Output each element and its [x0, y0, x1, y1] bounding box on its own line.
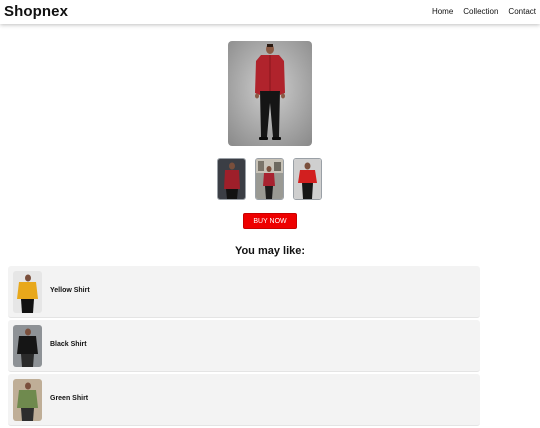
recommendation-item-black-shirt[interactable]: Black Shirt — [8, 320, 480, 372]
green-shirt-image — [13, 379, 42, 421]
recommendation-item-name: Yellow Shirt — [50, 287, 90, 294]
nav-contact-link[interactable]: Contact — [508, 7, 536, 17]
nav-home-link[interactable]: Home — [432, 7, 453, 17]
product-main-image — [228, 41, 312, 146]
nav-collection-link[interactable]: Collection — [463, 7, 498, 17]
you-may-like-heading: You may like: — [234, 245, 306, 257]
brand-logo[interactable]: Shopnex — [4, 3, 68, 20]
top-navbar: Shopnex Home Collection Contact — [0, 0, 540, 24]
product-thumbnail-2[interactable] — [255, 158, 284, 200]
recommendation-list: Yellow Shirt Black Shirt Green Shirt — [8, 266, 480, 428]
main-nav: Home Collection Contact — [422, 7, 536, 17]
black-shirt-image — [13, 325, 42, 367]
yellow-shirt-image — [13, 271, 42, 313]
buy-now-button[interactable]: BUY NOW — [243, 213, 297, 229]
product-thumbnail-3[interactable] — [293, 158, 322, 200]
product-thumbnail-1[interactable] — [217, 158, 246, 200]
recommendation-item-green-shirt[interactable]: Green Shirt — [8, 374, 480, 426]
recommendation-item-yellow-shirt[interactable]: Yellow Shirt — [8, 266, 480, 318]
recommendation-item-name: Green Shirt — [50, 395, 89, 402]
recommendation-item-name: Black Shirt — [50, 341, 87, 348]
